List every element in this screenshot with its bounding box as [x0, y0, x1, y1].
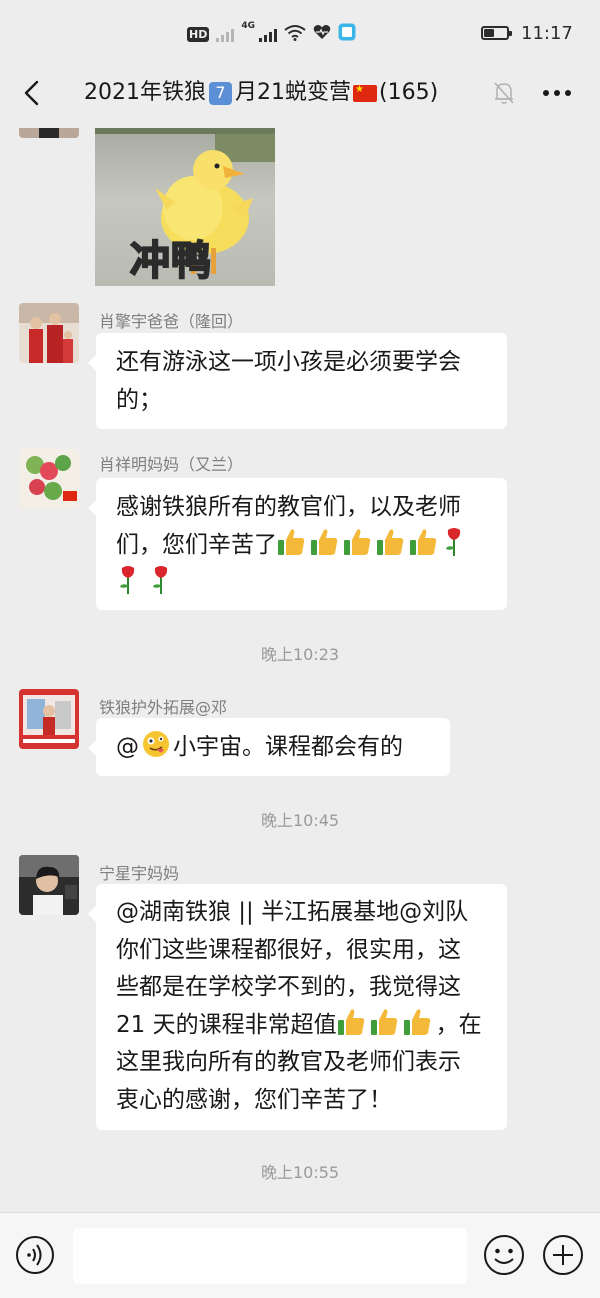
mention-at: @ — [116, 734, 139, 760]
rose-emoji — [149, 565, 178, 595]
message-line: 的； — [116, 387, 162, 413]
message-line: 衷心的感谢，您们辛苦了！ — [116, 1086, 392, 1113]
clock-time: 11:17 — [521, 22, 573, 44]
network-type-label: 4G — [241, 21, 255, 31]
message-line: 些都是在学校学不到的，我觉得这 — [116, 974, 461, 1000]
message-text: 小宇宙。课程都会有的 — [173, 734, 403, 760]
thumbs-up-emoji — [343, 527, 372, 557]
wifi-icon — [284, 24, 306, 45]
rose-emoji — [116, 565, 145, 595]
message-input-bar — [0, 1212, 600, 1298]
keycap-seven-emoji: 7 — [209, 81, 232, 105]
emoji-button[interactable] — [483, 1234, 525, 1276]
status-icons-right: 11:17 — [481, 20, 573, 46]
member-count: (165) — [379, 80, 439, 105]
message-text-input[interactable] — [73, 1228, 467, 1284]
chat-title-prefix: 2021年铁狼 — [84, 80, 206, 105]
sender-name: 肖擎宇爸爸（隆回） — [99, 312, 244, 331]
signal-icon — [259, 26, 277, 42]
sender-avatar[interactable] — [19, 303, 79, 363]
battery-fill — [484, 29, 494, 37]
message-line: @ 小宇宙。课程都会有的 — [116, 728, 430, 766]
message-timestamp: 晚上10:23 — [260, 645, 340, 664]
message-line-text: ，在 — [435, 1011, 482, 1038]
sender-name: 宁星宇妈妈 — [99, 864, 180, 883]
thumbs-up-emoji — [277, 527, 306, 557]
message-bubble[interactable]: @湖南铁狼 || 半江拓展基地@刘队 你们这些课程都很好，很实用，这 些都是在学… — [88, 884, 507, 1130]
message-bubble[interactable]: 还有游泳这一项小孩是必须要学会 的； — [88, 333, 507, 429]
more-functions-button[interactable] — [542, 1234, 584, 1276]
status-bar: HD 4G 11:17 — [0, 0, 600, 66]
thumbs-up-emoji — [403, 1007, 432, 1037]
china-flag-icon — [353, 84, 377, 102]
message-bubble[interactable]: 感谢铁狼所有的教官们，以及老师 们，您们辛苦了 — [88, 478, 507, 610]
message-timestamp: 晚上10:45 — [260, 811, 340, 830]
message-line: 21 天的课程非常超值 ，在 — [116, 1007, 487, 1045]
heart-health-icon — [313, 24, 331, 44]
message-timestamp: 晚上10:55 — [260, 1163, 340, 1182]
rose-emoji — [442, 527, 471, 557]
back-button[interactable] — [14, 76, 48, 110]
voice-icon — [16, 1236, 54, 1274]
more-options-button[interactable] — [537, 78, 577, 108]
sender-name: 肖祥明妈妈（又兰） — [99, 455, 244, 474]
message-line: @湖南铁狼 || 半江拓展基地@刘队 — [116, 899, 469, 925]
message-line: 你们这些课程都很好，很实用，这 — [116, 936, 461, 963]
message-line-text: 21 天的课程非常超值 — [116, 1011, 337, 1038]
sender-avatar[interactable] — [19, 689, 79, 749]
battery-icon — [481, 26, 512, 40]
chat-title-middle: 月21蜕变营 — [235, 80, 351, 105]
thumbs-up-emoji — [376, 527, 405, 557]
sticker-caption: 冲鸭 — [129, 237, 212, 285]
chat-screen: HD 4G 11:17 2021年铁狼 7 月21蜕变营 ★ (165) 冲鸭 … — [0, 0, 600, 1298]
thumbs-up-emoji — [337, 1007, 366, 1037]
app-notification-icon — [338, 23, 356, 45]
thumbs-up-emoji — [409, 527, 438, 557]
message-line: 感谢铁狼所有的教官们，以及老师 — [116, 494, 461, 520]
message-line: 这里我向所有的教官及老师们表示 — [116, 1049, 461, 1075]
thumbs-up-emoji — [310, 527, 339, 557]
mute-bell-icon — [494, 82, 514, 104]
sender-avatar[interactable] — [19, 449, 79, 509]
more-icon — [543, 90, 571, 96]
chat-title: 2021年铁狼 7 月21蜕变营 (165) — [84, 78, 484, 108]
chat-header: 2021年铁狼 7 月21蜕变营 (165) — [0, 66, 600, 122]
sender-avatar[interactable] — [19, 855, 79, 915]
status-icons-left: HD 4G — [187, 22, 356, 46]
signal-icon — [216, 26, 235, 42]
message-bubble[interactable]: @ 小宇宙。课程都会有的 — [88, 718, 450, 776]
back-icon — [24, 80, 39, 106]
message-line — [116, 564, 487, 602]
voice-button[interactable] — [15, 1235, 55, 1275]
hd-icon: HD — [187, 26, 210, 42]
sender-name: 铁狼护外拓展@邓 — [99, 698, 228, 717]
thumbs-up-emoji — [370, 1007, 399, 1037]
plus-icon — [543, 1235, 583, 1275]
silly-face-emoji — [142, 730, 170, 758]
message-line-text: 们，您们辛苦了 — [116, 532, 277, 558]
mute-indicator — [493, 80, 515, 106]
emoji-icon — [484, 1235, 524, 1275]
message-line: 还有游泳这一项小孩是必须要学会 — [116, 349, 461, 375]
message-line: 们，您们辛苦了 — [116, 526, 487, 564]
duck-sticker[interactable]: 冲鸭 — [95, 128, 275, 286]
